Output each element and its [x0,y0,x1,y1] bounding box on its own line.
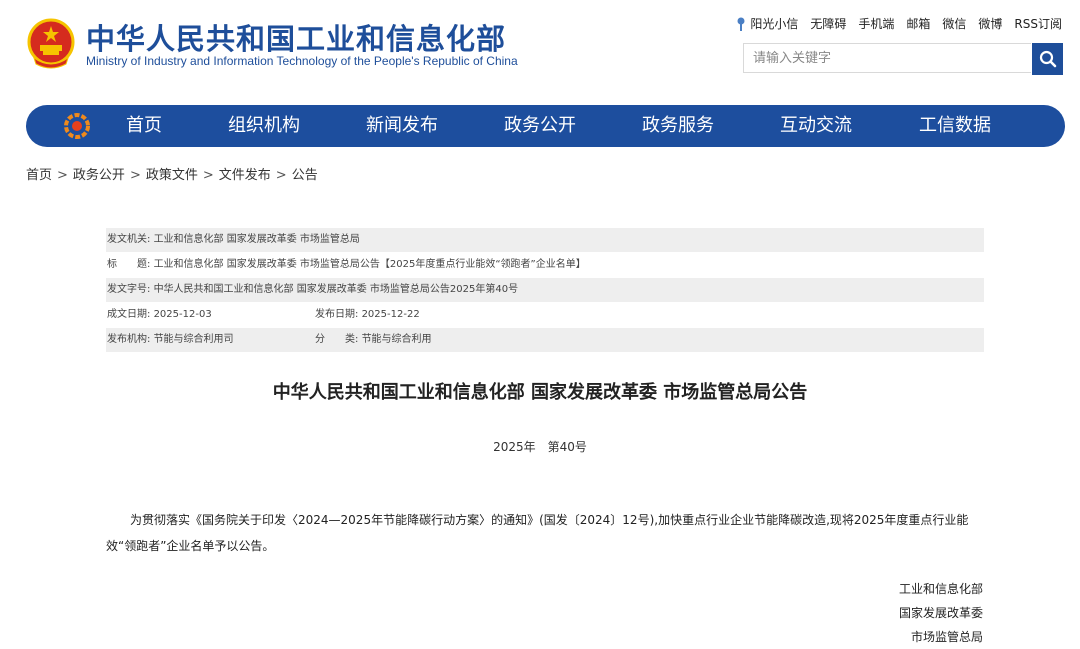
meta-value-issuer: 工业和信息化部 国家发展改革委 市场监管总局 [153,234,360,245]
top-link-accessibility[interactable]: 无障碍 [810,15,846,32]
meta-label: 标 题: [107,259,151,270]
national-emblem-icon [26,18,76,70]
signature-line: 工业和信息化部 [898,582,983,596]
meta-label: 分 类: [315,334,359,345]
meta-label: 发文字号: [107,284,151,295]
miit-logo-icon [64,113,90,139]
breadcrumb: 首页 > 政务公开 > 政策文件 > 文件发布 > 公告 [26,164,318,183]
top-link-label: 阳光小信 [750,17,799,31]
meta-value-title: 工业和信息化部 国家发展改革委 市场监管总局公告【2025年度重点行业能效“领跑… [153,259,586,270]
meta-label: 发文机关: [107,234,151,245]
breadcrumb-home[interactable]: 首页 [26,168,52,183]
signature-line: 国家发展改革委 [898,606,983,620]
search-icon [1039,50,1056,68]
breadcrumb-gov-affairs[interactable]: 政务公开 [73,168,125,183]
meta-value-created: 2025-12-03 [153,309,212,320]
top-link-sunshine[interactable]: 阳光小信 [735,15,798,32]
meta-label: 发布机构: [107,334,151,345]
nav-item-organization[interactable]: 组织机构 [228,105,300,147]
breadcrumb-policy[interactable]: 政策文件 [146,168,198,183]
top-link-mobile[interactable]: 手机端 [858,15,894,32]
search-box [743,43,1063,75]
nav-item-home[interactable]: 首页 [126,105,162,147]
top-link-weibo[interactable]: 微博 [978,15,1002,32]
document-meta-table: 发文机关: 工业和信息化部 国家发展改革委 市场监管总局 标 题: 工业和信息化… [106,228,984,353]
meta-row-org: 发布机构: 节能与综合利用司 分 类: 节能与综合利用 [106,328,984,352]
breadcrumb-notice[interactable]: 公告 [292,168,318,183]
search-input[interactable] [743,43,1031,73]
breadcrumb-separator: > [57,168,68,183]
breadcrumb-separator: > [129,168,141,183]
meta-row-doc-no: 发文字号: 中华人民共和国工业和信息化部 国家发展改革委 市场监管总局公告202… [106,278,984,302]
meta-label: 发布日期: [315,309,359,320]
meta-value-category: 节能与综合利用 [361,334,432,345]
search-button[interactable] [1032,43,1063,75]
meta-category-cell: 分 类: 节能与综合利用 [315,328,432,352]
meta-value-org: 节能与综合利用司 [153,334,234,345]
site-subtitle: Ministry of Industry and Information Tec… [86,54,518,68]
site-title[interactable]: 中华人民共和国工业和信息化部 [86,16,506,58]
meta-row-title: 标 题: 工业和信息化部 国家发展改革委 市场监管总局公告【2025年度重点行业… [106,253,984,277]
document-heading: 中华人民共和国工业和信息化部 国家发展改革委 市场监管总局公告 [272,382,808,403]
breadcrumb-separator: > [202,168,214,183]
top-links: 阳光小信 无障碍 手机端 邮箱 微信 微博 RSS订阅 [735,15,1062,32]
top-link-email[interactable]: 邮箱 [906,15,930,32]
main-nav: 首页 组织机构 新闻发布 政务公开 政务服务 互动交流 工信数据 [26,105,1065,147]
meta-value-published: 2025-12-22 [361,309,420,320]
document-number: 2025年 第40号 [493,440,587,454]
breadcrumb-separator: > [275,168,287,183]
nav-item-news[interactable]: 新闻发布 [366,105,438,147]
top-link-wechat[interactable]: 微信 [942,15,966,32]
nav-item-data[interactable]: 工信数据 [919,105,991,147]
meta-value-doc-no: 中华人民共和国工业和信息化部 国家发展改革委 市场监管总局公告2025年第40号 [153,284,519,295]
meta-row-issuer: 发文机关: 工业和信息化部 国家发展改革委 市场监管总局 [106,228,984,252]
document-paragraph: 为贯彻落实《国务院关于印发〈2024—2025年节能降碳行动方案〉的通知》(国发… [106,513,969,553]
breadcrumb-release[interactable]: 文件发布 [219,168,271,183]
top-link-rss[interactable]: RSS订阅 [1014,15,1062,32]
meta-row-dates: 成文日期: 2025-12-03 发布日期: 2025-12-22 [106,303,984,327]
sunshine-icon [737,17,745,31]
nav-item-gov-affairs[interactable]: 政务公开 [504,105,576,147]
nav-item-gov-services[interactable]: 政务服务 [642,105,714,147]
signature-line: 市场监管总局 [910,630,983,644]
meta-published-cell: 发布日期: 2025-12-22 [315,303,420,327]
meta-label: 成文日期: [107,309,151,320]
nav-item-interaction[interactable]: 互动交流 [780,105,852,147]
